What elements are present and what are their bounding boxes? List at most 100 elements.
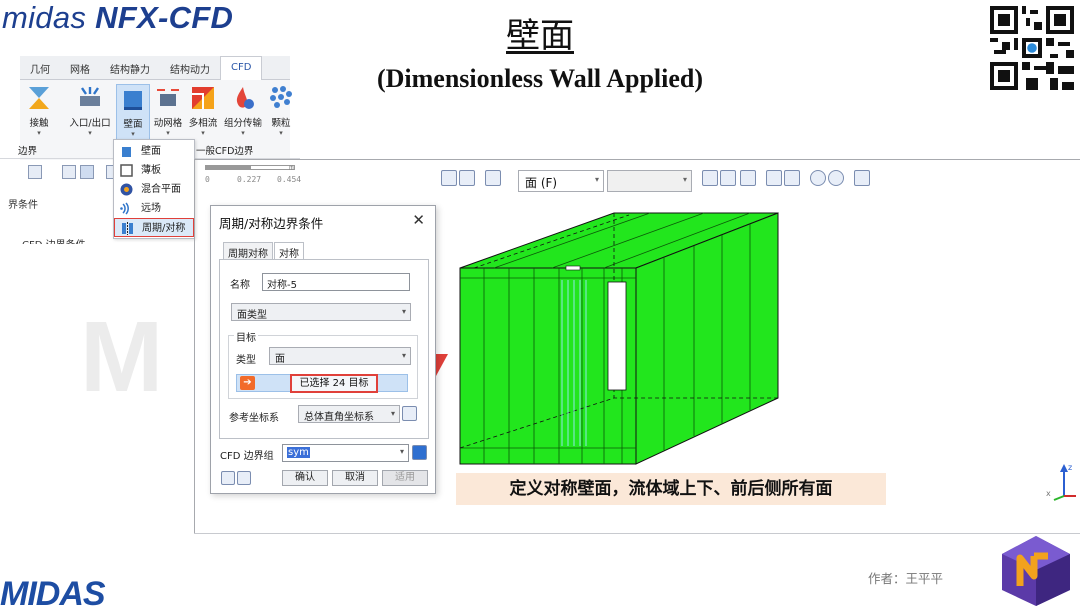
boundary-condition-item[interactable]: 界条件 (8, 196, 38, 211)
chevron-down-icon: ▾ (37, 129, 41, 137)
menu-item-thin-plate[interactable]: 薄板 (114, 161, 194, 180)
face-select-icon[interactable] (740, 170, 756, 186)
scale-unit: m (289, 163, 294, 172)
contact-button[interactable]: 接触 ▾ (22, 84, 56, 140)
coord-system-select[interactable]: 总体直角坐标系 ▾ (298, 405, 400, 423)
axis-z-label: z (1068, 463, 1072, 472)
tab-cfd[interactable]: CFD (220, 56, 263, 80)
select-box-icon[interactable] (441, 170, 457, 186)
wall-label: 壁面 (123, 119, 143, 130)
type-label: 类型 (236, 355, 256, 366)
far-field-icon (120, 202, 129, 215)
face-type-select[interactable]: 面类型 ▾ (231, 303, 411, 321)
viewport-top-border (195, 159, 1080, 160)
cfd-boundary-condition-item[interactable]: CFD 边界条件 (22, 236, 86, 244)
zoom-icon[interactable] (62, 165, 76, 179)
cfd-group-value: sym (287, 447, 310, 458)
tab-static[interactable]: 结构静力 (100, 56, 160, 80)
select-target-icon[interactable]: ➔ (240, 376, 255, 390)
chevron-down-icon: ▾ (401, 351, 406, 360)
species-transport-button[interactable]: 组分传输 ▾ (222, 84, 264, 140)
menu-item-label: 远场 (141, 203, 161, 214)
edge-select-icon[interactable] (720, 170, 736, 186)
apply-button[interactable]: 适用 (382, 470, 428, 486)
target-label: 目标 (234, 329, 258, 344)
group-boundary-label: 边界 (18, 146, 38, 157)
wall-button[interactable]: 壁面 ▾ (116, 84, 150, 140)
ok-button[interactable]: 确认 (282, 470, 328, 486)
coord-system-value: 总体直角坐标系 (304, 412, 374, 423)
group-manager-icon[interactable] (412, 445, 427, 460)
history-icon[interactable] (810, 170, 826, 186)
preview-icon[interactable] (221, 471, 235, 485)
close-icon[interactable]: ✕ (412, 211, 425, 229)
author-label: 作者：王平平 (868, 571, 944, 586)
viewport-left-border (194, 159, 195, 533)
select-pointer-icon[interactable] (459, 170, 475, 186)
multiphase-label: 多相流 (188, 118, 218, 129)
filter-dropdown[interactable]: ▾ (607, 170, 692, 192)
menu-item-label: 壁面 (141, 146, 161, 157)
dialog-title: 周期/对称边界条件 (219, 216, 324, 231)
scale-tick: 0 (205, 175, 210, 184)
pin-icon[interactable] (854, 170, 870, 186)
face-select-dropdown[interactable]: 面 (F) ▾ (518, 170, 604, 192)
chevron-down-icon: ▾ (399, 447, 404, 456)
multiphase-button[interactable]: 多相流 ▾ (186, 84, 220, 140)
particle-icon (270, 86, 292, 108)
type-select[interactable]: 面 ▾ (269, 347, 411, 365)
type-value: 面 (275, 354, 285, 365)
filter-icon[interactable] (485, 170, 501, 186)
coord-system-label: 参考坐标系 (229, 413, 279, 424)
species-transport-label: 组分传输 (223, 118, 262, 129)
particle-button[interactable]: 颗粒 ▾ (266, 84, 296, 140)
face-select-value: 面 (F) (525, 176, 558, 190)
moving-mesh-icon (157, 89, 179, 106)
node-select-icon[interactable] (702, 170, 718, 186)
chevron-down-icon: ▾ (390, 409, 395, 418)
chevron-down-icon: ▾ (594, 175, 599, 184)
lock-icon[interactable] (28, 165, 42, 179)
target-icon[interactable] (828, 170, 844, 186)
multiphase-icon (192, 87, 214, 109)
moving-mesh-button[interactable]: 动网格 ▾ (151, 84, 185, 140)
inlet-outlet-label: 入口/出口 (69, 118, 111, 129)
tab-dynamic[interactable]: 结构动力 (160, 56, 220, 80)
tab-geometry[interactable]: 几何 (20, 56, 60, 80)
selected-targets-button[interactable]: 已选择 24 目标 (290, 374, 378, 393)
callout-text: 定义对称壁面，流体域上下、前后侧所有面 (456, 473, 886, 505)
chevron-down-icon: ▾ (682, 175, 687, 184)
wall-icon (124, 91, 142, 110)
scale-tick: 0.227 (237, 175, 262, 184)
inlet-outlet-button[interactable]: 入口/出口 ▾ (67, 84, 113, 140)
group-general-cfd-label: 一般CFD边界 (196, 146, 254, 157)
slide-title-text: 壁面 (506, 16, 574, 56)
tab-mesh[interactable]: 网格 (60, 56, 100, 80)
name-field[interactable]: 对称-5 (262, 273, 410, 291)
select-all-icon[interactable] (784, 170, 800, 186)
menu-item-mixing-plane[interactable]: 混合平面 (114, 180, 194, 199)
tab-symmetry[interactable]: 对称 (274, 242, 304, 260)
moving-mesh-label: 动网格 (153, 118, 183, 129)
thin-plate-icon (120, 164, 133, 177)
coord-system-edit-icon[interactable] (402, 406, 417, 421)
cfd-group-label: CFD 边界组 (220, 451, 274, 462)
zoom-fit-icon[interactable] (80, 165, 94, 179)
edit-icon[interactable] (237, 471, 251, 485)
tab-periodic-symmetry[interactable]: 周期对称 (223, 242, 273, 260)
menu-item-periodic-symmetry[interactable]: 周期/对称 (114, 218, 194, 237)
contact-icon (29, 87, 49, 109)
menu-item-wall[interactable]: 壁面 (114, 142, 194, 161)
chevron-down-icon: ▾ (201, 129, 205, 137)
wall-dropdown-menu: 壁面 薄板 混合平面 远场 周期/对称 (113, 139, 195, 239)
menu-item-far-field[interactable]: 远场 (114, 199, 194, 218)
scale-tick: 0.454 (277, 175, 302, 184)
chevron-down-icon: ▾ (241, 129, 245, 137)
menu-item-label: 混合平面 (141, 184, 181, 195)
chevron-down-icon: ▾ (131, 130, 135, 138)
slide-title: 壁面 (0, 8, 1080, 57)
deselect-icon[interactable] (766, 170, 782, 186)
midas-logo: MIDAS (0, 575, 106, 608)
cfd-group-field[interactable]: sym ▾ (282, 444, 409, 462)
cancel-button[interactable]: 取消 (332, 470, 378, 486)
